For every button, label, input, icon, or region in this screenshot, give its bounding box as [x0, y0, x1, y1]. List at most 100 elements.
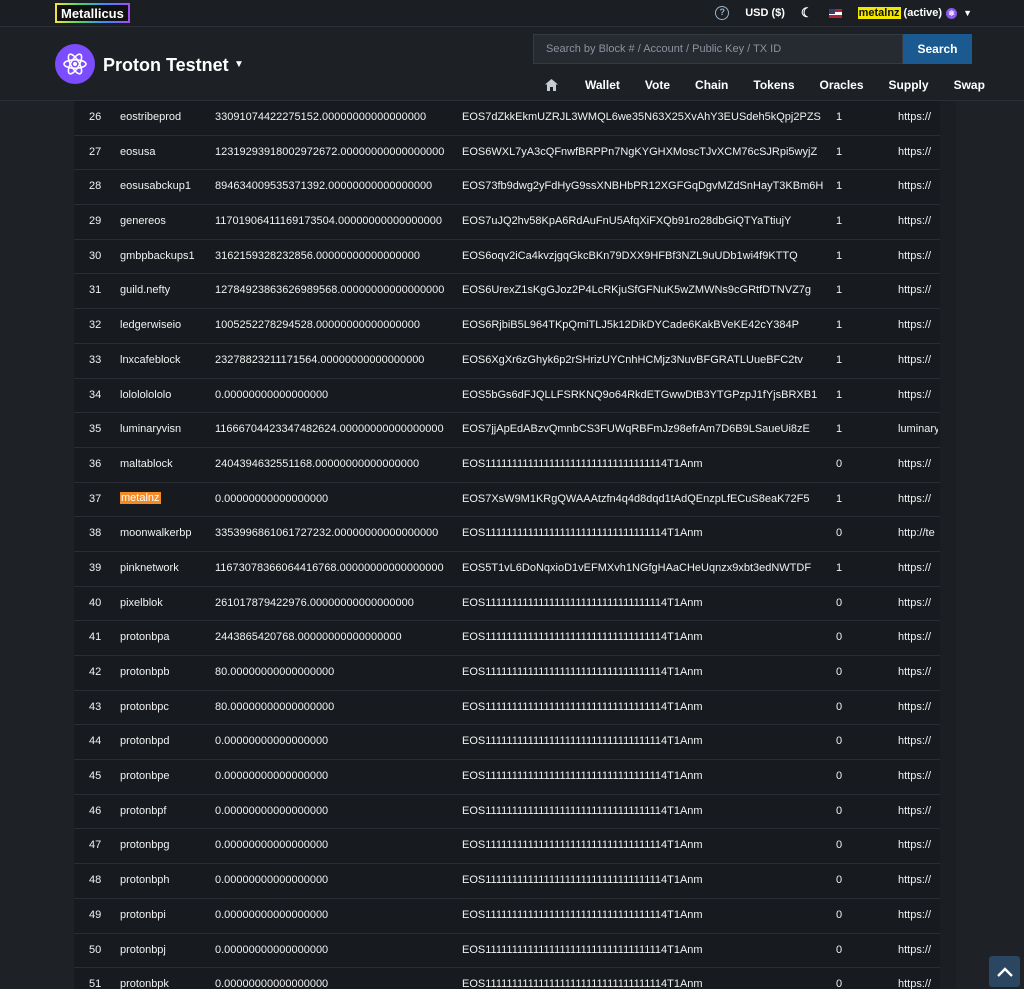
producers-table: 26 eostribeprod 33091074422275152.00000000… [74, 101, 940, 989]
producer-url[interactable]: https:// [898, 215, 938, 227]
producer-key: EOS1111111111111111111111111111111114T1A… [462, 908, 703, 921]
producer-name[interactable]: protonbpk [120, 978, 169, 989]
producer-active: 0 [836, 770, 843, 783]
nav-oracles[interactable]: Oracles [820, 78, 864, 92]
producer-url[interactable]: https:// [898, 250, 938, 262]
producer-key: EOS1111111111111111111111111111111114T1A… [462, 700, 703, 713]
producer-name[interactable]: moonwalkerbp [120, 527, 192, 539]
producer-name[interactable]: protonbpi [120, 909, 166, 921]
producer-name[interactable]: protonbph [120, 874, 170, 886]
producer-votes: 1005252278294528.00000000000000000 [215, 319, 420, 332]
producer-active: 1 [836, 388, 843, 401]
table-row: 26 eostribeprod 33091074422275152.00000000… [74, 101, 940, 136]
producer-url[interactable]: https:// [898, 874, 938, 886]
table-row: 33 lnxcafeblock 23278823211171564.00000000… [74, 344, 940, 379]
producer-url[interactable]: luminary [898, 423, 938, 435]
producer-url[interactable]: https:// [898, 978, 938, 989]
producer-votes: 11701906411169173504.00000000000000000 [215, 215, 442, 228]
producer-name[interactable]: lnxcafeblock [120, 354, 181, 366]
producer-name[interactable]: protonbpa [120, 631, 170, 643]
producer-url[interactable]: https:// [898, 770, 938, 782]
producer-url[interactable]: https:// [898, 701, 938, 713]
home-icon[interactable] [545, 79, 558, 91]
producer-url[interactable]: https:// [898, 631, 938, 643]
table-row: 45 protonbpe 0.00000000000000000 EOS1111111… [74, 760, 940, 795]
producer-active: 1 [836, 561, 843, 574]
producer-name[interactable]: lolololololo [120, 389, 171, 401]
producer-url[interactable]: https:// [898, 146, 938, 158]
scrollbar[interactable] [940, 101, 956, 989]
producer-url[interactable]: https:// [898, 354, 938, 366]
producer-rank: 29 [89, 215, 102, 228]
help-icon[interactable]: ? [715, 6, 730, 20]
proton-icon: ⚛ [946, 7, 958, 19]
producer-name[interactable]: protonbpb [120, 666, 170, 678]
search-input[interactable] [533, 34, 903, 64]
search-button[interactable]: Search [903, 34, 972, 64]
table-row: 46 protonbpf 0.00000000000000000 EOS1111111… [74, 795, 940, 830]
moon-icon[interactable]: ☾ [801, 5, 813, 21]
metallicus-logo[interactable]: Metallicus [55, 3, 130, 23]
network-chevron-down-icon[interactable]: ▼ [234, 59, 244, 70]
producer-name[interactable]: metalnz [120, 491, 161, 504]
topbar-controls: ? USD ($) ☾ metalnz (active) ⚛ ▼ [699, 4, 972, 22]
producer-url[interactable]: https:// [898, 562, 938, 574]
currency-selector[interactable]: USD ($) [745, 7, 785, 19]
producer-url[interactable]: https:// [898, 666, 938, 678]
nav-wallet[interactable]: Wallet [585, 78, 620, 92]
producer-votes: 894634009535371392.00000000000000000 [215, 180, 433, 193]
producer-name[interactable]: gmbpbackups1 [120, 250, 195, 262]
producer-votes: 2404394632551168.00000000000000000 [215, 457, 420, 470]
producer-name[interactable]: protonbpd [120, 735, 170, 747]
producer-url[interactable]: https:// [898, 180, 938, 192]
producer-name[interactable]: guild.nefty [120, 284, 170, 296]
network-name[interactable]: Proton Testnet [103, 55, 229, 76]
producer-rank: 49 [89, 908, 102, 921]
account-menu[interactable]: metalnz (active) ⚛ ▼ [857, 7, 972, 19]
producer-name[interactable]: protonbpj [120, 944, 166, 956]
producer-url[interactable]: https:// [898, 597, 938, 609]
producer-url[interactable]: https:// [898, 458, 938, 470]
producer-url[interactable]: https:// [898, 839, 938, 851]
chevron-down-icon[interactable]: ▼ [963, 8, 972, 18]
nav-swap[interactable]: Swap [954, 78, 985, 92]
producer-name[interactable]: luminaryvisn [120, 423, 181, 435]
producer-url[interactable]: https:// [898, 319, 938, 331]
producer-active: 1 [836, 180, 843, 193]
nav-tokens[interactable]: Tokens [753, 78, 794, 92]
producer-name[interactable]: protonbpg [120, 839, 170, 851]
producer-url[interactable]: http://te [898, 527, 938, 539]
producer-name[interactable]: protonbpf [120, 805, 166, 817]
nav-vote[interactable]: Vote [645, 78, 670, 92]
producer-active: 0 [836, 457, 843, 470]
producer-key: EOS1111111111111111111111111111111114T1A… [462, 874, 703, 887]
scroll-to-top-button[interactable] [989, 956, 1020, 987]
producer-url[interactable]: https:// [898, 909, 938, 921]
producer-name[interactable]: ledgerwiseio [120, 319, 181, 331]
table-row: 48 protonbph 0.00000000000000000 EOS1111111… [74, 864, 940, 899]
producer-name[interactable]: protonbpe [120, 770, 170, 782]
nav-supply[interactable]: Supply [889, 78, 929, 92]
producer-url[interactable]: https:// [898, 389, 938, 401]
producer-name[interactable]: maltablock [120, 458, 173, 470]
nav-chain[interactable]: Chain [695, 78, 728, 92]
producer-rank: 37 [89, 492, 102, 505]
producer-name[interactable]: pinknetwork [120, 562, 179, 574]
producer-votes: 0.00000000000000000 [215, 978, 329, 989]
producer-name[interactable]: pixelblok [120, 597, 163, 609]
producer-url[interactable]: https:// [898, 735, 938, 747]
proton-logo-icon[interactable] [55, 44, 95, 84]
producer-name[interactable]: genereos [120, 215, 166, 227]
account-status: (active) [903, 7, 943, 19]
producer-url[interactable]: https:// [898, 111, 938, 123]
us-flag-icon[interactable] [828, 8, 842, 18]
producer-name[interactable]: eosusa [120, 146, 155, 158]
producer-url[interactable]: https:// [898, 944, 938, 956]
producer-url[interactable]: https:// [898, 284, 938, 296]
producer-name[interactable]: eostribeprod [120, 111, 181, 123]
producer-name[interactable]: protonbpc [120, 701, 169, 713]
producer-name[interactable]: eosusabckup1 [120, 180, 191, 192]
producer-url[interactable]: https:// [898, 805, 938, 817]
producer-url[interactable]: https:// [898, 493, 938, 505]
producer-rank: 47 [89, 839, 102, 852]
